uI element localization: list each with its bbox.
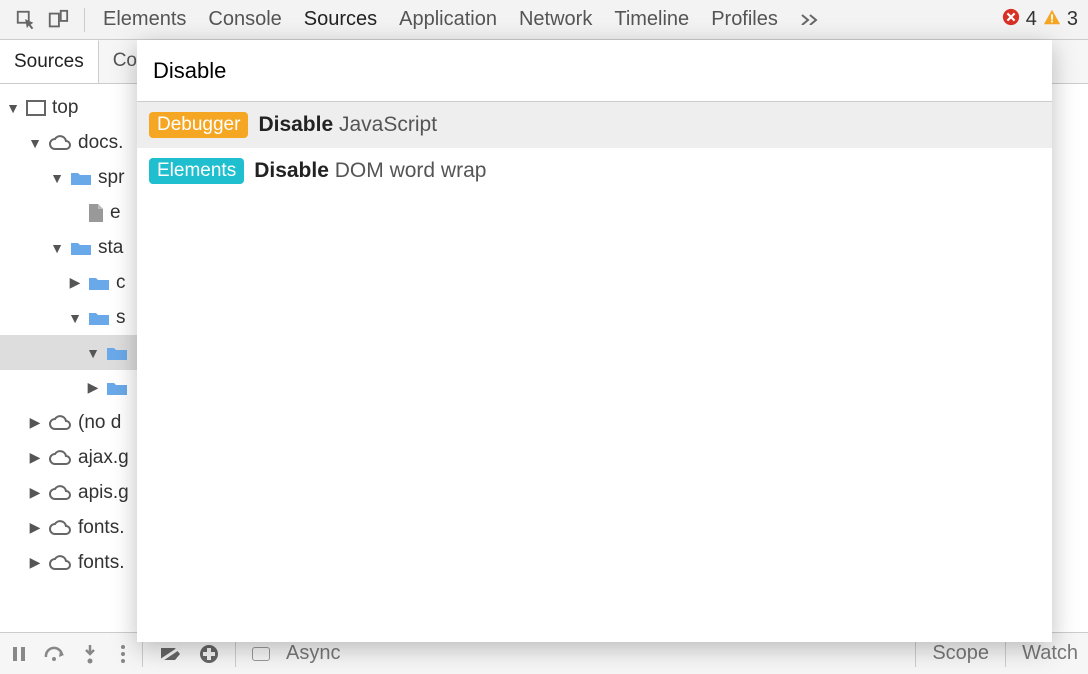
cloud-icon bbox=[48, 135, 72, 151]
command-menu: Debugger Disable JavaScript Elements Disabl… bbox=[137, 40, 1052, 642]
error-icon bbox=[1002, 8, 1020, 32]
disclosure-triangle-icon[interactable]: ▶ bbox=[86, 379, 100, 396]
divider bbox=[235, 641, 236, 667]
divider bbox=[84, 8, 85, 32]
disclosure-triangle-icon[interactable]: ▼ bbox=[68, 310, 82, 326]
disclosure-triangle-icon[interactable]: ▼ bbox=[28, 135, 42, 151]
command-label: Disable DOM word wrap bbox=[254, 159, 486, 183]
command-label: Disable JavaScript bbox=[258, 113, 437, 137]
divider bbox=[142, 641, 143, 667]
command-menu-item[interactable]: Debugger Disable JavaScript bbox=[137, 102, 1052, 148]
disclosure-triangle-icon[interactable]: ▼ bbox=[50, 240, 64, 256]
cloud-icon bbox=[48, 485, 72, 501]
frame-icon bbox=[26, 100, 46, 116]
divider bbox=[1005, 641, 1006, 667]
cloud-icon bbox=[48, 415, 72, 431]
cloud-icon bbox=[48, 450, 72, 466]
command-menu-input[interactable] bbox=[137, 40, 1052, 102]
tab-console[interactable]: Console bbox=[208, 8, 281, 31]
step-over-icon[interactable] bbox=[44, 645, 66, 663]
cloud-icon bbox=[48, 555, 72, 571]
devtools-topbar: Elements Console Sources Application Net… bbox=[0, 0, 1088, 40]
disclosure-triangle-icon[interactable]: ▶ bbox=[28, 449, 42, 466]
disclosure-triangle-icon[interactable]: ▶ bbox=[28, 554, 42, 571]
tab-sources[interactable]: Sources bbox=[304, 8, 377, 31]
command-menu-results: Debugger Disable JavaScript Elements Disabl… bbox=[137, 102, 1052, 642]
folder-icon bbox=[106, 380, 128, 396]
inspect-icon[interactable] bbox=[10, 4, 42, 36]
tree-item-label: top bbox=[52, 97, 78, 119]
deactivate-breakpoints-icon[interactable] bbox=[159, 645, 183, 663]
more-icon[interactable] bbox=[120, 644, 126, 664]
tree-item-label: spr bbox=[98, 167, 124, 189]
folder-icon bbox=[106, 345, 128, 361]
tree-item-label: e bbox=[110, 202, 121, 224]
disclosure-triangle-icon[interactable]: ▼ bbox=[6, 100, 20, 116]
async-checkbox[interactable] bbox=[252, 647, 270, 661]
pause-icon[interactable] bbox=[10, 645, 28, 663]
file-icon bbox=[88, 203, 104, 223]
divider bbox=[915, 641, 916, 667]
tree-item-label: (no d bbox=[78, 412, 121, 434]
tree-item-label: apis.g bbox=[78, 482, 129, 504]
devtools-tabs: Elements Console Sources Application Net… bbox=[103, 8, 820, 31]
subtab-sources[interactable]: Sources bbox=[0, 40, 99, 83]
tree-item-label: sta bbox=[98, 237, 123, 259]
folder-icon bbox=[70, 240, 92, 256]
warning-icon bbox=[1043, 8, 1061, 32]
tree-item-label: ajax.g bbox=[78, 447, 129, 469]
tree-item-label: docs. bbox=[78, 132, 123, 154]
tree-item-label: c bbox=[116, 272, 126, 294]
disclosure-triangle-icon[interactable]: ▶ bbox=[28, 519, 42, 536]
async-label: Async bbox=[286, 642, 340, 665]
disclosure-triangle-icon[interactable]: ▶ bbox=[28, 484, 42, 501]
tree-item-label: s bbox=[116, 307, 126, 329]
scope-tab[interactable]: Scope bbox=[932, 642, 989, 665]
warning-count: 3 bbox=[1067, 8, 1078, 31]
command-category-badge: Elements bbox=[149, 158, 244, 184]
error-count: 4 bbox=[1026, 8, 1037, 31]
command-menu-item[interactable]: Elements Disable DOM word wrap bbox=[137, 148, 1052, 194]
disclosure-triangle-icon[interactable]: ▶ bbox=[68, 274, 82, 291]
tab-network[interactable]: Network bbox=[519, 8, 592, 31]
disclosure-triangle-icon[interactable]: ▶ bbox=[28, 414, 42, 431]
device-mode-icon[interactable] bbox=[42, 4, 74, 36]
tree-item-label: fonts. bbox=[78, 517, 124, 539]
tab-timeline[interactable]: Timeline bbox=[614, 8, 689, 31]
disclosure-triangle-icon[interactable]: ▼ bbox=[86, 345, 100, 361]
tree-item-label: fonts. bbox=[78, 552, 124, 574]
more-tabs-icon[interactable] bbox=[800, 8, 820, 31]
command-category-badge: Debugger bbox=[149, 112, 248, 138]
pause-on-exceptions-icon[interactable] bbox=[199, 644, 219, 664]
watch-tab[interactable]: Watch bbox=[1022, 642, 1078, 665]
tab-elements[interactable]: Elements bbox=[103, 8, 186, 31]
step-into-icon[interactable] bbox=[82, 644, 98, 664]
tab-application[interactable]: Application bbox=[399, 8, 497, 31]
tab-profiles[interactable]: Profiles bbox=[711, 8, 778, 31]
status-counters[interactable]: 4 3 bbox=[1002, 8, 1078, 32]
cloud-icon bbox=[48, 520, 72, 536]
disclosure-triangle-icon[interactable]: ▼ bbox=[50, 170, 64, 186]
folder-icon bbox=[70, 170, 92, 186]
folder-icon bbox=[88, 275, 110, 291]
folder-icon bbox=[88, 310, 110, 326]
